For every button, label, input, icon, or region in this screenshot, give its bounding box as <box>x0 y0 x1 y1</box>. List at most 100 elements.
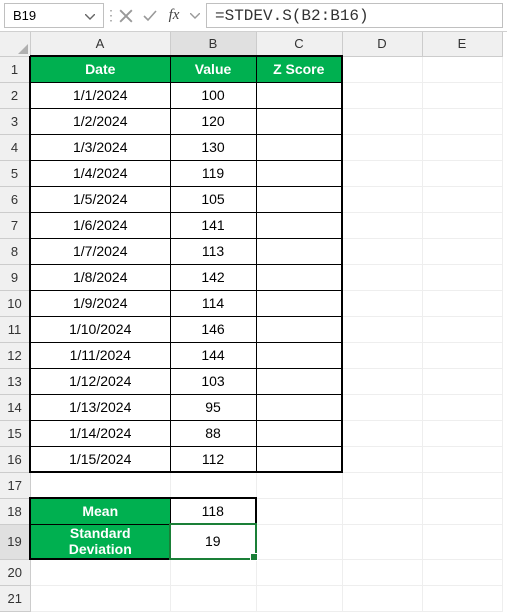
cell-C18[interactable] <box>256 498 342 524</box>
table-row[interactable]: 1/14/2024 <box>30 420 170 446</box>
cell[interactable] <box>342 524 422 559</box>
row-head-10[interactable]: 10 <box>0 290 30 316</box>
table-row[interactable]: 1/1/2024 <box>30 82 170 108</box>
table-row[interactable] <box>256 394 342 420</box>
cell[interactable] <box>422 316 502 342</box>
cell[interactable] <box>422 585 502 611</box>
table-row[interactable] <box>256 212 342 238</box>
table-row[interactable]: 1/11/2024 <box>30 342 170 368</box>
cell[interactable] <box>422 446 502 472</box>
cell-C19[interactable] <box>256 524 342 559</box>
table-row[interactable]: 1/10/2024 <box>30 316 170 342</box>
table-row[interactable]: 119 <box>170 160 256 186</box>
col-head-E[interactable]: E <box>422 32 502 56</box>
table-row[interactable]: 120 <box>170 108 256 134</box>
table-row[interactable] <box>256 316 342 342</box>
cell[interactable] <box>342 212 422 238</box>
table-row[interactable]: 1/3/2024 <box>30 134 170 160</box>
table-row[interactable] <box>256 160 342 186</box>
row-head-14[interactable]: 14 <box>0 394 30 420</box>
table-row[interactable]: 1/9/2024 <box>30 290 170 316</box>
cell[interactable] <box>422 524 502 559</box>
cell[interactable] <box>422 134 502 160</box>
row-head-18[interactable]: 18 <box>0 498 30 524</box>
cell[interactable] <box>342 238 422 264</box>
table-row[interactable]: 1/13/2024 <box>30 394 170 420</box>
cell[interactable] <box>422 212 502 238</box>
cell[interactable] <box>342 472 422 498</box>
table-row[interactable]: 1/2/2024 <box>30 108 170 134</box>
sd-value[interactable]: 19 <box>170 524 256 559</box>
row-head-13[interactable]: 13 <box>0 368 30 394</box>
row-head-4[interactable]: 4 <box>0 134 30 160</box>
header-date[interactable]: Date <box>30 56 170 82</box>
table-row[interactable] <box>256 264 342 290</box>
cell[interactable] <box>342 134 422 160</box>
select-all-corner[interactable] <box>0 32 30 56</box>
cell-A20[interactable] <box>30 559 170 585</box>
table-row[interactable]: 130 <box>170 134 256 160</box>
cell[interactable] <box>342 559 422 585</box>
table-row[interactable]: 141 <box>170 212 256 238</box>
cell[interactable] <box>342 160 422 186</box>
table-row[interactable]: 1/7/2024 <box>30 238 170 264</box>
row-head-8[interactable]: 8 <box>0 238 30 264</box>
table-row[interactable] <box>256 82 342 108</box>
cell[interactable] <box>422 498 502 524</box>
cell-C21[interactable] <box>256 585 342 611</box>
col-head-B[interactable]: B <box>170 32 256 56</box>
cell[interactable] <box>422 160 502 186</box>
table-row[interactable] <box>256 238 342 264</box>
cell[interactable] <box>422 82 502 108</box>
cell[interactable] <box>422 420 502 446</box>
cell[interactable] <box>422 394 502 420</box>
cell-A21[interactable] <box>30 585 170 611</box>
row-head-5[interactable]: 5 <box>0 160 30 186</box>
cell[interactable] <box>342 316 422 342</box>
cell[interactable] <box>422 186 502 212</box>
table-row[interactable]: 1/15/2024 <box>30 446 170 472</box>
cell-E1[interactable] <box>422 56 502 82</box>
row-head-2[interactable]: 2 <box>0 82 30 108</box>
table-row[interactable]: 100 <box>170 82 256 108</box>
row-head-3[interactable]: 3 <box>0 108 30 134</box>
row-head-20[interactable]: 20 <box>0 559 30 585</box>
cancel-icon[interactable] <box>114 0 138 31</box>
cell[interactable] <box>342 342 422 368</box>
cell[interactable] <box>422 368 502 394</box>
row-head-15[interactable]: 15 <box>0 420 30 446</box>
table-row[interactable]: 113 <box>170 238 256 264</box>
cell[interactable] <box>342 368 422 394</box>
row-head-7[interactable]: 7 <box>0 212 30 238</box>
table-row[interactable] <box>256 186 342 212</box>
table-row[interactable]: 1/5/2024 <box>30 186 170 212</box>
cell[interactable] <box>342 585 422 611</box>
cell[interactable] <box>422 472 502 498</box>
insert-function-dropdown-icon[interactable] <box>186 0 204 31</box>
table-row[interactable]: 114 <box>170 290 256 316</box>
row-head-16[interactable]: 16 <box>0 446 30 472</box>
row-head-1[interactable]: 1 <box>0 56 30 82</box>
cell[interactable] <box>422 559 502 585</box>
table-row[interactable] <box>256 446 342 472</box>
cell[interactable] <box>342 446 422 472</box>
cell[interactable] <box>422 108 502 134</box>
table-row[interactable] <box>256 108 342 134</box>
table-row[interactable]: 88 <box>170 420 256 446</box>
cell-B21[interactable] <box>170 585 256 611</box>
table-row[interactable] <box>256 368 342 394</box>
cell-C17[interactable] <box>256 472 342 498</box>
table-row[interactable]: 142 <box>170 264 256 290</box>
formula-input[interactable]: =STDEV.S(B2:B16) <box>206 3 503 28</box>
cell-B20[interactable] <box>170 559 256 585</box>
cell[interactable] <box>342 498 422 524</box>
cell[interactable] <box>342 420 422 446</box>
table-row[interactable]: 112 <box>170 446 256 472</box>
row-head-19[interactable]: 19 <box>0 524 30 559</box>
cell[interactable] <box>342 290 422 316</box>
fx-icon[interactable]: fx <box>162 0 186 31</box>
cell[interactable] <box>342 186 422 212</box>
row-head-6[interactable]: 6 <box>0 186 30 212</box>
table-row[interactable]: 144 <box>170 342 256 368</box>
table-row[interactable]: 1/6/2024 <box>30 212 170 238</box>
